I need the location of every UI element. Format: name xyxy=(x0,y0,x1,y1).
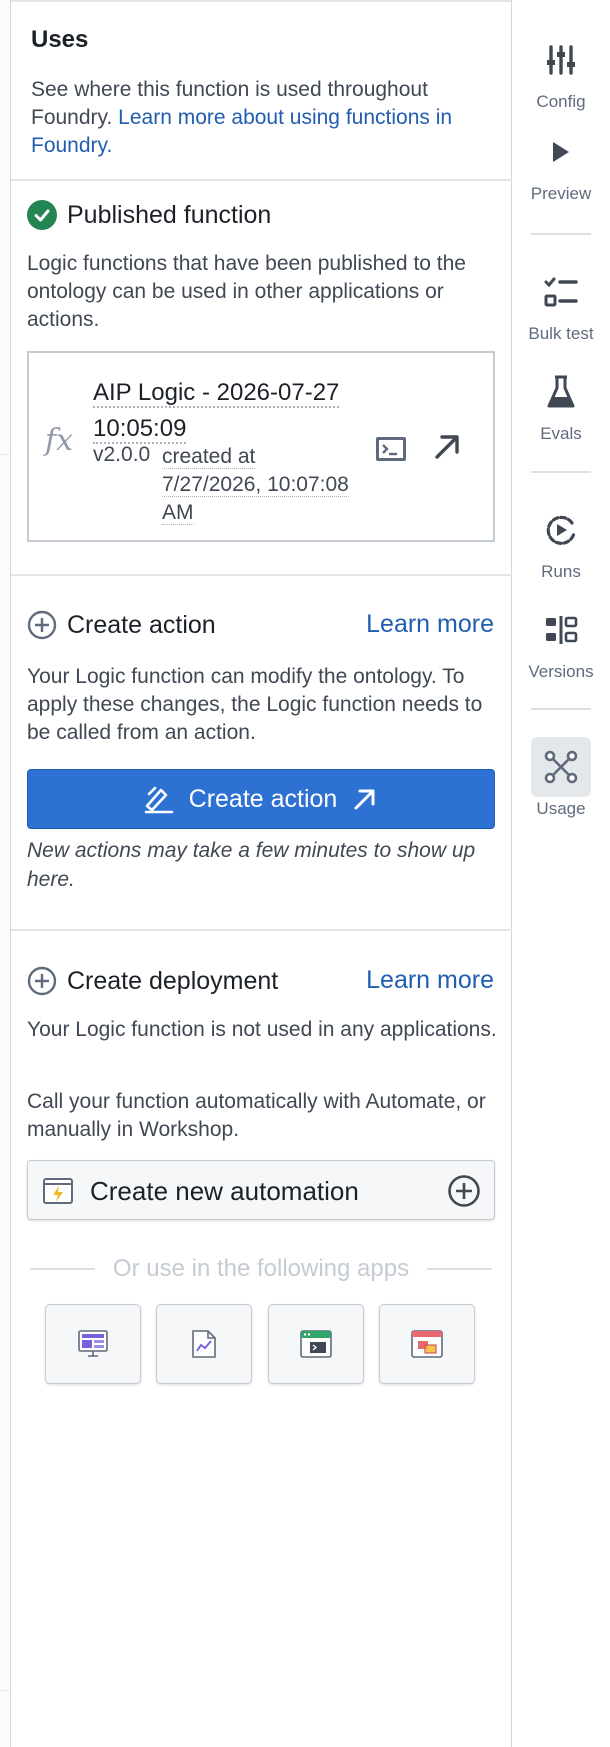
right-sidebar: Config Preview Bulk test Evals Runs Vers… xyxy=(512,0,610,1747)
section-divider xyxy=(11,929,512,931)
published-heading: Published function xyxy=(27,200,271,230)
rail-item-usage[interactable]: Usage xyxy=(512,737,610,819)
rail-item-evals[interactable]: Evals xyxy=(512,362,610,444)
create-action-heading: Create action xyxy=(27,610,216,640)
arrow-up-right-icon xyxy=(354,789,375,810)
create-deployment-learn-more-link[interactable]: Learn more xyxy=(366,966,494,995)
rail-label-versions: Versions xyxy=(528,662,594,681)
apps-separator-text: Or use in the following apps xyxy=(112,1255,410,1282)
create-deployment-title: Create deployment xyxy=(67,966,279,995)
rail-label-preview: Preview xyxy=(530,184,592,203)
rail-divider xyxy=(531,471,591,473)
add-circle-icon xyxy=(448,1175,480,1207)
section-divider xyxy=(11,179,512,181)
rail-divider xyxy=(531,708,591,710)
rail-label-runs: Runs xyxy=(541,562,581,581)
rail-item-preview[interactable]: Preview xyxy=(512,122,610,204)
rail-item-runs[interactable]: Runs xyxy=(512,500,610,582)
create-action-button-label: Create action xyxy=(188,784,338,813)
published-function-card[interactable]: fx AIP Logic - 2026-07-27 10:05:09 v2.0.… xyxy=(27,351,495,542)
workshop-app-icon xyxy=(78,1330,108,1357)
graph-icon xyxy=(531,737,591,797)
left-edge xyxy=(0,0,11,1747)
create-deployment-heading: Create deployment xyxy=(27,966,278,996)
separator-line xyxy=(30,1268,95,1270)
published-title: Published function xyxy=(67,200,272,229)
function-created: created at 7/27/2026, 10:07:08 AM xyxy=(162,443,362,527)
left-edge-divider xyxy=(0,1690,11,1691)
created-timestamp: 7/27/2026, 10:07:08 AM xyxy=(162,473,349,525)
uses-panel: Uses See where this function is used thr… xyxy=(11,0,512,1747)
published-description: Logic functions that have been published… xyxy=(27,252,466,331)
rail-label-usage: Usage xyxy=(536,799,586,818)
function-version: v2.0.0 xyxy=(93,443,151,466)
create-automation-button[interactable]: Create new automation xyxy=(27,1160,495,1220)
function-name-text: AIP Logic - 2026-07-27 10:05:09 xyxy=(93,379,340,444)
plus-circle-icon xyxy=(27,966,57,996)
function-fx-icon: fx xyxy=(45,423,74,458)
automate-icon xyxy=(43,1178,73,1204)
deployment-description: Your Logic function is not used in any a… xyxy=(27,1018,497,1041)
report-app-icon xyxy=(192,1330,216,1358)
check-circle-icon xyxy=(27,200,57,230)
slate-app-icon xyxy=(411,1330,443,1358)
panel-top-border xyxy=(11,0,511,2)
function-name: AIP Logic - 2026-07-27 10:05:09 xyxy=(93,375,353,447)
rail-item-versions[interactable]: Versions xyxy=(512,600,610,682)
runs-icon xyxy=(531,500,591,560)
open-external-icon[interactable] xyxy=(429,429,465,465)
create-action-learn-more-link[interactable]: Learn more xyxy=(366,610,494,639)
flask-icon xyxy=(531,362,591,422)
report-app-button[interactable] xyxy=(156,1304,252,1384)
checklist-icon xyxy=(531,262,591,322)
left-edge-divider xyxy=(0,454,11,455)
create-action-title: Create action xyxy=(67,610,216,639)
action-pen-icon xyxy=(144,786,173,814)
console-app-button[interactable] xyxy=(268,1304,364,1384)
rail-label-evals: Evals xyxy=(540,424,582,443)
panel-title: Uses xyxy=(31,26,89,53)
workshop-app-button[interactable] xyxy=(45,1304,141,1384)
created-prefix: created at xyxy=(162,445,256,469)
create-action-button[interactable]: Create action xyxy=(27,769,495,829)
create-action-hint: New actions may take a few minutes to sh… xyxy=(27,839,476,891)
create-action-description: Your Logic function can modify the ontol… xyxy=(27,665,483,744)
slate-app-button[interactable] xyxy=(379,1304,475,1384)
terminal-icon[interactable] xyxy=(373,431,409,467)
apps-separator: Or use in the following apps xyxy=(30,1255,493,1283)
rail-item-bulk-test[interactable]: Bulk test xyxy=(512,262,610,344)
rail-item-config[interactable]: Config xyxy=(512,30,610,112)
uses-description: See where this function is used througho… xyxy=(31,76,501,160)
rail-divider xyxy=(531,233,591,235)
create-automation-label: Create new automation xyxy=(90,1176,359,1206)
separator-line xyxy=(427,1268,493,1270)
sliders-icon xyxy=(531,30,591,90)
rail-label-bulk-test: Bulk test xyxy=(528,324,594,343)
play-icon xyxy=(531,122,591,182)
versions-icon xyxy=(531,600,591,660)
plus-circle-icon xyxy=(27,610,57,640)
console-app-icon xyxy=(300,1330,332,1358)
rail-label-config: Config xyxy=(536,92,586,111)
deployment-description-2: Call your function automatically with Au… xyxy=(27,1090,486,1141)
section-divider xyxy=(11,574,512,576)
